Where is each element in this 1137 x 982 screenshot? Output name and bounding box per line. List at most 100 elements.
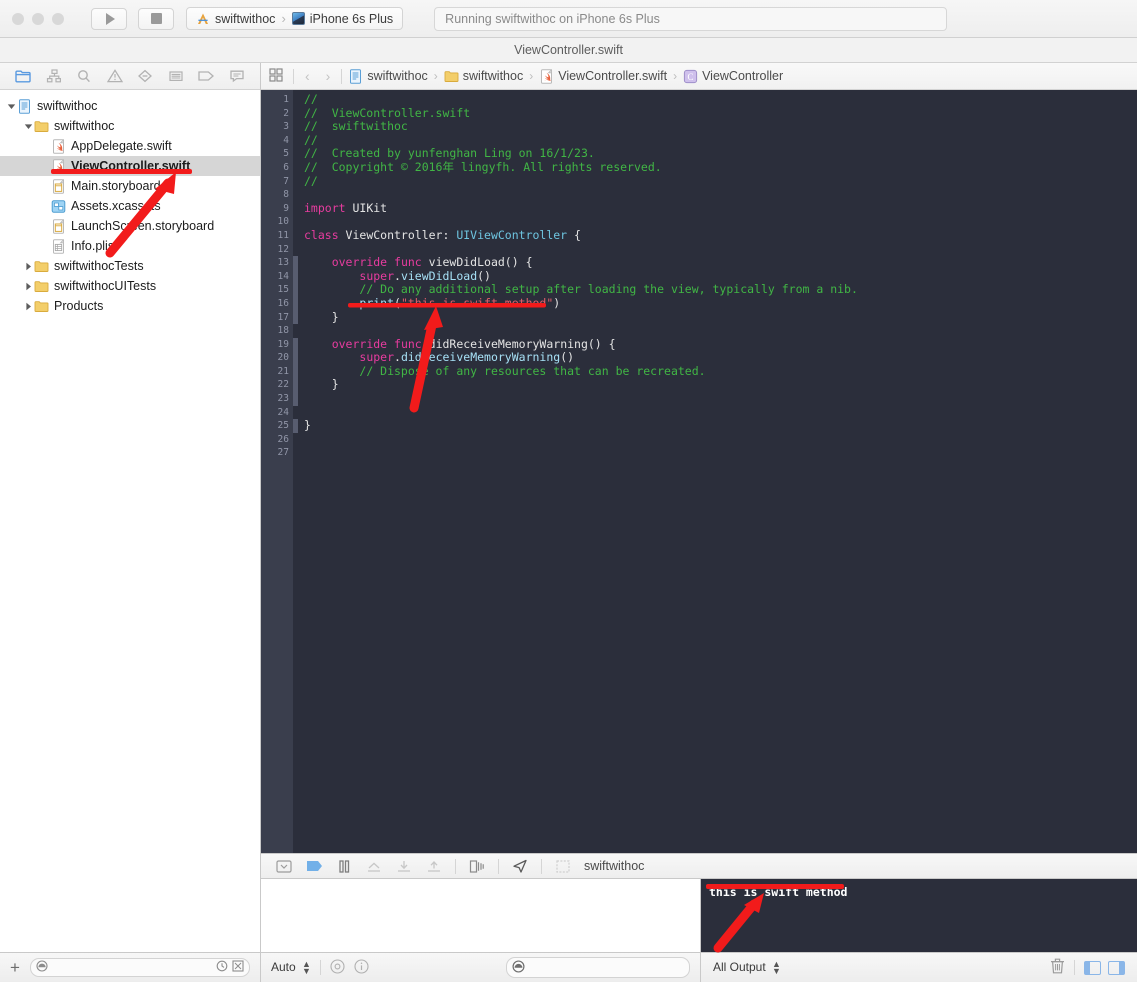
code-line: class ViewController: UIViewController { (304, 227, 1137, 243)
run-button[interactable] (91, 7, 127, 30)
tag-icon[interactable] (196, 67, 216, 85)
breadcrumb-item[interactable]: C ViewController (683, 69, 783, 84)
divider (498, 858, 499, 874)
variables-view-bar: Auto ▲ ▼ (261, 952, 701, 982)
deactivate-breakpoints-icon[interactable] (305, 858, 323, 874)
step-over-icon (365, 858, 383, 874)
breadcrumb-item[interactable]: ViewController.swift (539, 68, 667, 84)
code-line: super.viewDidLoad() (304, 268, 1137, 284)
navigator-row[interactable]: ViewController.swift (0, 156, 260, 176)
line-number: 10 (277, 216, 289, 228)
simulator-icon (291, 12, 305, 25)
zoom-button[interactable] (52, 12, 64, 25)
navigator-row[interactable]: AppDelegate.swift (0, 136, 260, 156)
info-icon[interactable] (354, 958, 369, 977)
grid-icon[interactable] (269, 67, 287, 85)
view-hierarchy-icon[interactable] (468, 858, 486, 874)
search-icon[interactable] (74, 67, 94, 85)
code-token: // (304, 173, 318, 188)
line-number: 4 (283, 134, 289, 146)
line-number: 24 (277, 406, 289, 418)
code-line: // swiftwithoc (304, 119, 1137, 134)
comment-icon[interactable] (227, 67, 247, 85)
assets-icon (51, 199, 66, 214)
scheme-selector[interactable]: swiftwithoc › iPhone 6s Plus (186, 7, 404, 30)
trash-icon[interactable] (1050, 958, 1065, 977)
breakpoint-icon[interactable] (135, 67, 155, 85)
filter-toggle-icon[interactable] (232, 959, 244, 977)
navigator-row[interactable]: Assets.xcassets (0, 196, 260, 216)
breadcrumb-item[interactable]: swiftwithoc (348, 68, 428, 84)
variables-scope-popup[interactable]: Auto ▲ ▼ (271, 958, 311, 976)
navigator-row[interactable]: Info.plist (0, 236, 260, 256)
line-number: 27 (277, 447, 289, 459)
variables-filter-input[interactable] (529, 961, 684, 974)
warning-icon[interactable] (105, 67, 125, 85)
chevron-updown-icon: ▲ ▼ (302, 958, 311, 976)
variables-view[interactable] (261, 879, 701, 952)
navigator-filter-input[interactable] (51, 961, 212, 974)
filter-icon (36, 959, 48, 977)
disclosure-triangle-right[interactable] (23, 262, 34, 271)
code-token: . (394, 350, 401, 365)
folder-icon (34, 119, 49, 134)
source-code-text[interactable]: //// ViewController.swift// swiftwithoc /… (298, 90, 1137, 853)
line-number: 14 (277, 270, 289, 282)
disclosure-triangle-down[interactable] (23, 122, 34, 131)
source-control-icon[interactable] (44, 67, 64, 85)
breadcrumb[interactable]: swiftwithoc › swiftwithoc › ViewController.s… (348, 68, 783, 84)
code-token: . (394, 268, 401, 283)
navigator-row[interactable]: swiftwithocUITests (0, 276, 260, 296)
minimize-button[interactable] (32, 12, 44, 25)
navigator-filter-field[interactable] (29, 958, 250, 977)
add-button[interactable]: + (10, 959, 20, 976)
status-message: Running swiftwithoc on iPhone 6s Plus (445, 11, 660, 26)
stop-button[interactable] (138, 7, 174, 30)
output-filter-popup[interactable]: All Output ▲ ▼ (713, 959, 781, 975)
breadcrumb-item[interactable]: swiftwithoc (444, 69, 523, 84)
clock-icon[interactable] (216, 959, 228, 977)
disclosure-triangle-right[interactable] (23, 282, 34, 291)
process-name: swiftwithoc (584, 859, 645, 873)
folder-icon[interactable] (13, 67, 33, 85)
activity-status-view: Running swiftwithoc on iPhone 6s Plus (434, 6, 948, 31)
hide-debug-area-icon[interactable] (275, 858, 293, 874)
navigator-row[interactable]: swiftwithoc (0, 116, 260, 136)
navigator-row[interactable]: LaunchScreen.storyboard (0, 216, 260, 236)
report-icon[interactable] (166, 67, 186, 85)
pause-icon[interactable] (335, 858, 353, 874)
variables-filter-field[interactable] (506, 957, 690, 978)
scheme-separator: › (281, 11, 286, 26)
chevron-left-icon[interactable]: ‹ (300, 68, 315, 84)
navigator-selector-bar (0, 63, 260, 90)
stop-icon (150, 13, 162, 24)
navigator-row[interactable]: swiftwithocTests (0, 256, 260, 276)
console-view[interactable]: this is swift method (701, 879, 1137, 952)
navigator-row[interactable]: Products (0, 296, 260, 316)
divider (455, 858, 456, 874)
breadcrumb-separator: › (529, 69, 534, 83)
show-variables-pane-icon[interactable] (1084, 960, 1101, 975)
code-token: class (304, 227, 339, 242)
source-editor[interactable]: 1 2 3 4 5 6 7 8 9 10 11 12 13 14 15 16 17 18 19 20 21 22 23 24 2… (261, 90, 1137, 853)
navigator-row-label: swiftwithocUITests (54, 279, 157, 293)
navigator-row[interactable]: swiftwithoc (0, 96, 260, 116)
code-token: super (359, 350, 395, 365)
project-navigator-tree[interactable]: swiftwithoc swiftwithoc AppDelegate.swift V… (0, 90, 260, 316)
eye-icon[interactable] (330, 958, 345, 977)
navigator-row-label: swiftwithoc (37, 99, 98, 113)
navigator-row[interactable]: Main.storyboard (0, 176, 260, 196)
chevron-right-icon[interactable]: › (321, 68, 336, 84)
window-title: ViewController.swift (514, 43, 623, 57)
code-line: } (304, 418, 1137, 433)
close-button[interactable] (12, 12, 24, 25)
disclosure-triangle-down[interactable] (6, 102, 17, 111)
location-simulate-icon[interactable] (511, 858, 529, 874)
code-line: } (304, 310, 1137, 325)
show-console-pane-icon[interactable] (1108, 960, 1125, 975)
disclosure-triangle-right[interactable] (23, 302, 34, 311)
